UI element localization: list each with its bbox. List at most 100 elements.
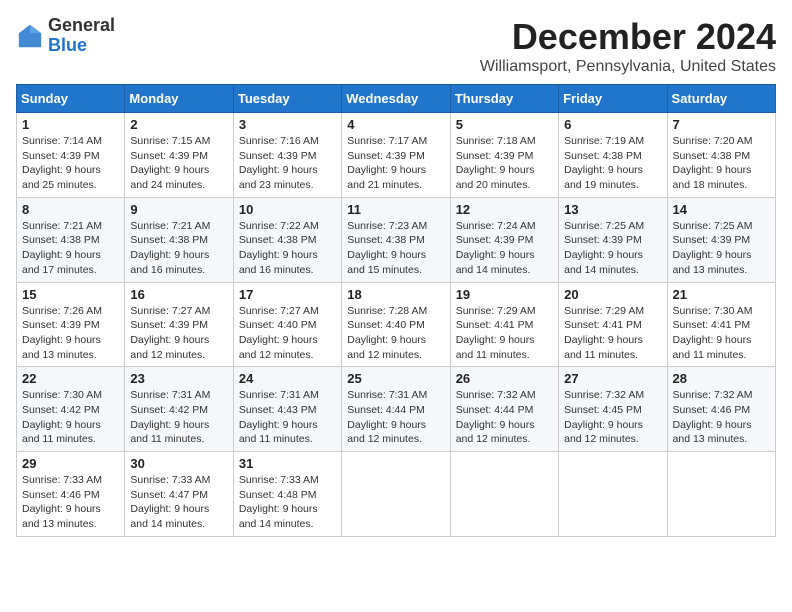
- day-info: Sunrise: 7:25 AMSunset: 4:39 PMDaylight:…: [673, 219, 770, 278]
- calendar-cell: 31 Sunrise: 7:33 AMSunset: 4:48 PMDayligh…: [233, 452, 341, 537]
- day-number: 4: [347, 117, 444, 132]
- day-number: 21: [673, 287, 770, 302]
- day-header: Thursday: [450, 85, 558, 113]
- calendar-cell: 18 Sunrise: 7:28 AMSunset: 4:40 PMDayligh…: [342, 282, 450, 367]
- day-number: 17: [239, 287, 336, 302]
- calendar-cell: 19 Sunrise: 7:29 AMSunset: 4:41 PMDayligh…: [450, 282, 558, 367]
- logo-text: General Blue: [48, 16, 115, 56]
- logo-general: General: [48, 16, 115, 36]
- calendar-cell: 1 Sunrise: 7:14 AMSunset: 4:39 PMDaylight…: [17, 113, 125, 198]
- logo-icon: [16, 22, 44, 50]
- day-number: 12: [456, 202, 553, 217]
- title-area: December 2024 Williamsport, Pennsylvania…: [480, 16, 776, 76]
- day-info: Sunrise: 7:28 AMSunset: 4:40 PMDaylight:…: [347, 304, 444, 363]
- day-info: Sunrise: 7:33 AMSunset: 4:47 PMDaylight:…: [130, 473, 227, 532]
- calendar-week-row: 22 Sunrise: 7:30 AMSunset: 4:42 PMDayligh…: [17, 367, 776, 452]
- day-info: Sunrise: 7:21 AMSunset: 4:38 PMDaylight:…: [130, 219, 227, 278]
- calendar-cell: 28 Sunrise: 7:32 AMSunset: 4:46 PMDayligh…: [667, 367, 775, 452]
- day-number: 16: [130, 287, 227, 302]
- day-info: Sunrise: 7:15 AMSunset: 4:39 PMDaylight:…: [130, 134, 227, 193]
- day-number: 13: [564, 202, 661, 217]
- day-number: 23: [130, 371, 227, 386]
- calendar-table: SundayMondayTuesdayWednesdayThursdayFrid…: [16, 84, 776, 537]
- day-info: Sunrise: 7:18 AMSunset: 4:39 PMDaylight:…: [456, 134, 553, 193]
- day-number: 8: [22, 202, 119, 217]
- calendar-cell: 9Sunrise: 7:21 AMSunset: 4:38 PMDaylight…: [125, 197, 233, 282]
- day-number: 15: [22, 287, 119, 302]
- calendar-cell: 27 Sunrise: 7:32 AMSunset: 4:45 PMDayligh…: [559, 367, 667, 452]
- day-number: 25: [347, 371, 444, 386]
- day-number: 18: [347, 287, 444, 302]
- day-header: Sunday: [17, 85, 125, 113]
- calendar-cell: 21Sunrise: 7:30 AMSunset: 4:41 PMDayligh…: [667, 282, 775, 367]
- day-number: 2: [130, 117, 227, 132]
- calendar-cell: 24Sunrise: 7:31 AMSunset: 4:43 PMDayligh…: [233, 367, 341, 452]
- calendar-cell: 29 Sunrise: 7:33 AMSunset: 4:46 PMDayligh…: [17, 452, 125, 537]
- day-number: 26: [456, 371, 553, 386]
- day-info: Sunrise: 7:24 AMSunset: 4:39 PMDaylight:…: [456, 219, 553, 278]
- day-header: Wednesday: [342, 85, 450, 113]
- calendar-cell: 17 Sunrise: 7:27 AMSunset: 4:40 PMDayligh…: [233, 282, 341, 367]
- calendar-week-row: 1 Sunrise: 7:14 AMSunset: 4:39 PMDaylight…: [17, 113, 776, 198]
- day-info: Sunrise: 7:16 AMSunset: 4:39 PMDaylight:…: [239, 134, 336, 193]
- logo: General Blue: [16, 16, 115, 56]
- day-info: Sunrise: 7:29 AMSunset: 4:41 PMDaylight:…: [456, 304, 553, 363]
- day-info: Sunrise: 7:14 AMSunset: 4:39 PMDaylight:…: [22, 134, 119, 193]
- day-number: 22: [22, 371, 119, 386]
- day-header: Saturday: [667, 85, 775, 113]
- calendar-cell: 11 Sunrise: 7:23 AMSunset: 4:38 PMDayligh…: [342, 197, 450, 282]
- day-number: 1: [22, 117, 119, 132]
- day-number: 24: [239, 371, 336, 386]
- day-info: Sunrise: 7:29 AMSunset: 4:41 PMDaylight:…: [564, 304, 661, 363]
- calendar-cell: 25 Sunrise: 7:31 AMSunset: 4:44 PMDayligh…: [342, 367, 450, 452]
- day-info: Sunrise: 7:27 AMSunset: 4:40 PMDaylight:…: [239, 304, 336, 363]
- calendar-cell: 26 Sunrise: 7:32 AMSunset: 4:44 PMDayligh…: [450, 367, 558, 452]
- day-number: 31: [239, 456, 336, 471]
- calendar-cell: 13Sunrise: 7:25 AMSunset: 4:39 PMDayligh…: [559, 197, 667, 282]
- day-number: 29: [22, 456, 119, 471]
- calendar-week-row: 8 Sunrise: 7:21 AMSunset: 4:38 PMDaylight…: [17, 197, 776, 282]
- calendar-cell: 6Sunrise: 7:19 AMSunset: 4:38 PMDaylight…: [559, 113, 667, 198]
- day-info: Sunrise: 7:32 AMSunset: 4:45 PMDaylight:…: [564, 388, 661, 447]
- day-number: 5: [456, 117, 553, 132]
- calendar-cell: 20 Sunrise: 7:29 AMSunset: 4:41 PMDayligh…: [559, 282, 667, 367]
- calendar-cell: 23 Sunrise: 7:31 AMSunset: 4:42 PMDayligh…: [125, 367, 233, 452]
- day-info: Sunrise: 7:26 AMSunset: 4:39 PMDaylight:…: [22, 304, 119, 363]
- day-number: 28: [673, 371, 770, 386]
- calendar-cell: 5 Sunrise: 7:18 AMSunset: 4:39 PMDaylight…: [450, 113, 558, 198]
- day-info: Sunrise: 7:32 AMSunset: 4:46 PMDaylight:…: [673, 388, 770, 447]
- calendar-cell: 30 Sunrise: 7:33 AMSunset: 4:47 PMDayligh…: [125, 452, 233, 537]
- day-number: 19: [456, 287, 553, 302]
- day-header: Friday: [559, 85, 667, 113]
- calendar-cell: 3 Sunrise: 7:16 AMSunset: 4:39 PMDaylight…: [233, 113, 341, 198]
- day-info: Sunrise: 7:30 AMSunset: 4:42 PMDaylight:…: [22, 388, 119, 447]
- day-info: Sunrise: 7:31 AMSunset: 4:42 PMDaylight:…: [130, 388, 227, 447]
- calendar-cell: 14Sunrise: 7:25 AMSunset: 4:39 PMDayligh…: [667, 197, 775, 282]
- calendar-cell: 22 Sunrise: 7:30 AMSunset: 4:42 PMDayligh…: [17, 367, 125, 452]
- day-info: Sunrise: 7:31 AMSunset: 4:44 PMDaylight:…: [347, 388, 444, 447]
- calendar-cell: [342, 452, 450, 537]
- day-number: 20: [564, 287, 661, 302]
- day-number: 7: [673, 117, 770, 132]
- calendar-cell: 7Sunrise: 7:20 AMSunset: 4:38 PMDaylight…: [667, 113, 775, 198]
- calendar-cell: 15 Sunrise: 7:26 AMSunset: 4:39 PMDayligh…: [17, 282, 125, 367]
- day-number: 30: [130, 456, 227, 471]
- day-info: Sunrise: 7:32 AMSunset: 4:44 PMDaylight:…: [456, 388, 553, 447]
- calendar-cell: [667, 452, 775, 537]
- day-info: Sunrise: 7:23 AMSunset: 4:38 PMDaylight:…: [347, 219, 444, 278]
- day-number: 3: [239, 117, 336, 132]
- day-info: Sunrise: 7:21 AMSunset: 4:38 PMDaylight:…: [22, 219, 119, 278]
- day-info: Sunrise: 7:17 AMSunset: 4:39 PMDaylight:…: [347, 134, 444, 193]
- day-header: Monday: [125, 85, 233, 113]
- day-info: Sunrise: 7:22 AMSunset: 4:38 PMDaylight:…: [239, 219, 336, 278]
- day-number: 10: [239, 202, 336, 217]
- calendar-cell: 16Sunrise: 7:27 AMSunset: 4:39 PMDayligh…: [125, 282, 233, 367]
- day-number: 11: [347, 202, 444, 217]
- calendar-cell: [450, 452, 558, 537]
- day-info: Sunrise: 7:33 AMSunset: 4:46 PMDaylight:…: [22, 473, 119, 532]
- calendar-cell: 2 Sunrise: 7:15 AMSunset: 4:39 PMDaylight…: [125, 113, 233, 198]
- day-number: 27: [564, 371, 661, 386]
- calendar-cell: [559, 452, 667, 537]
- day-info: Sunrise: 7:33 AMSunset: 4:48 PMDaylight:…: [239, 473, 336, 532]
- page-header: General Blue December 2024 Williamsport,…: [16, 16, 776, 76]
